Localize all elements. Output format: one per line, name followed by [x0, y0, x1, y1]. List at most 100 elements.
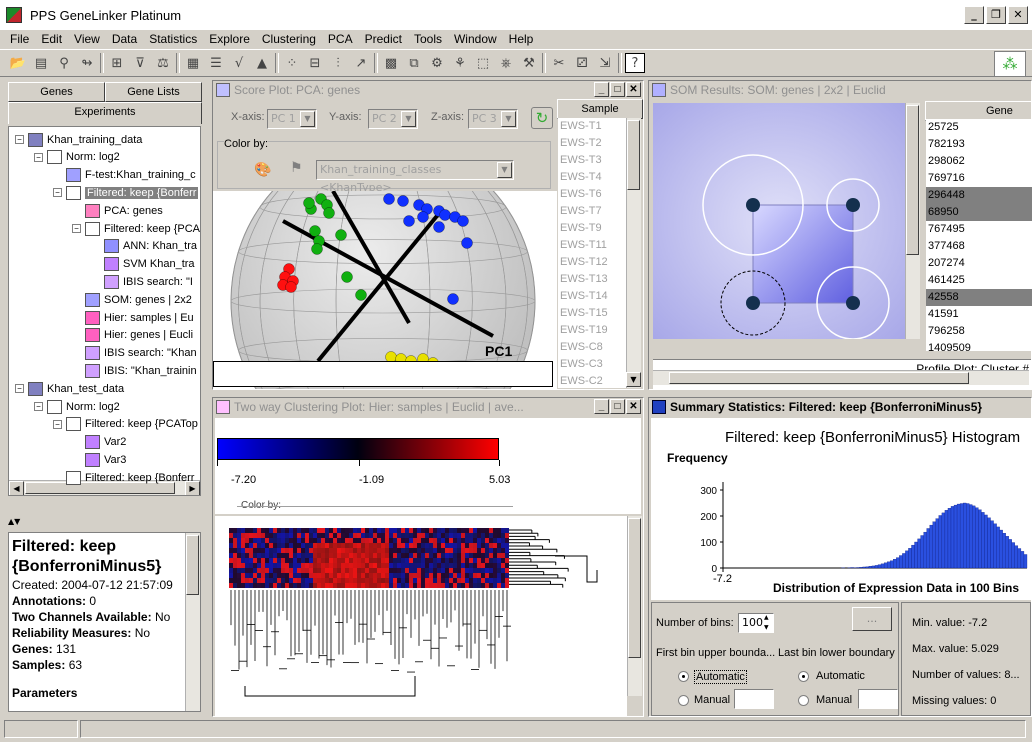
tree-node[interactable]: SOM: genes | 2x2 [72, 291, 192, 308]
menu-file[interactable]: File [4, 32, 35, 46]
panel-minimize-button[interactable]: _ [594, 399, 609, 414]
pca-point[interactable] [309, 225, 321, 237]
tree-node[interactable]: Var2 [72, 434, 126, 451]
binoculars-icon[interactable]: ⚲ [54, 53, 74, 73]
scroll-thumb[interactable] [628, 518, 641, 658]
sample-list-item[interactable]: EWS-T19 [558, 322, 626, 339]
tree-node[interactable]: − Filtered: keep {PCA [72, 220, 200, 237]
histogram-chart[interactable]: Filtered: keep {BonferroniMinus5} Histog… [651, 418, 1031, 600]
som-horizontal-scrollbar[interactable] [653, 370, 1029, 385]
collapse-icon[interactable]: − [53, 419, 62, 429]
sample-list-item[interactable]: EWS-C8 [558, 339, 626, 356]
menu-help[interactable]: Help [503, 32, 540, 46]
sample-list-item[interactable]: EWS-T4 [558, 169, 626, 186]
tab-experiments[interactable]: Experiments [8, 102, 202, 124]
som-node[interactable] [846, 296, 860, 310]
tree-node[interactable]: Filtered: keep {Bonferr [53, 469, 194, 486]
gene-list-item[interactable]: 298062 [926, 153, 1032, 170]
help-icon[interactable]: ? [625, 53, 645, 73]
sample-list-item[interactable]: EWS-T6 [558, 186, 626, 203]
export-icon[interactable]: ⇲ [595, 53, 615, 73]
tab-gene-lists[interactable]: Gene Lists [105, 82, 202, 102]
classifier-icon[interactable]: ⚘ [450, 53, 470, 73]
browse-button[interactable]: ... [852, 607, 892, 631]
pca-point[interactable] [447, 293, 459, 305]
collapse-icon[interactable]: − [34, 402, 43, 411]
som-node[interactable] [746, 198, 760, 212]
sample-list-item[interactable]: EWS-T12 [558, 254, 626, 271]
pca-point[interactable] [397, 195, 409, 207]
pca-point[interactable] [461, 237, 473, 249]
sample-list-item[interactable]: EWS-T1 [558, 118, 626, 135]
tree-node[interactable]: Hier: samples | Eu [72, 309, 194, 326]
tree-node[interactable]: F-test:Khan_training_c [53, 167, 196, 184]
sample-list-item[interactable]: EWS-T14 [558, 288, 626, 305]
maximize-button[interactable]: ❐ [986, 6, 1006, 24]
chart-icon[interactable]: ⚂ [572, 53, 592, 73]
gene-list-item[interactable]: 42558 [926, 289, 1032, 306]
clustering-canvas[interactable] [215, 516, 627, 716]
predict-icon[interactable]: ⎈ [496, 53, 516, 73]
minimize-button[interactable]: _ [964, 6, 984, 24]
z-axis-select[interactable]: PC 3 ▼ [468, 109, 518, 129]
tools-icon[interactable]: ⚒ [519, 53, 539, 73]
filter-icon[interactable]: ↬ [77, 53, 97, 73]
ann-icon[interactable]: ⬚ [473, 53, 493, 73]
sample-list[interactable]: EWS-T1 EWS-T2 EWS-T3 EWS-T4 EWS-T6 EWS-T7 EWS-… [558, 118, 626, 388]
gene-list-item[interactable]: 41591 [926, 306, 1032, 323]
tree-node[interactable]: − Khan_training_data [15, 131, 142, 148]
tree-node[interactable]: Hier: genes | Eucli [72, 327, 193, 344]
last-manual-input[interactable] [858, 689, 898, 709]
sample-list-item[interactable]: EWS-C2 [558, 373, 626, 388]
panel-maximize-button[interactable]: □ [610, 82, 625, 97]
clustering-scrollbar[interactable] [627, 516, 642, 696]
som-map[interactable] [653, 103, 905, 339]
funnel-icon[interactable]: ⊽ [130, 53, 150, 73]
sample-scrollbar[interactable]: ▼ [626, 118, 641, 388]
menu-view[interactable]: View [68, 32, 106, 46]
heatmap-dendrogram[interactable] [215, 516, 627, 716]
menu-window[interactable]: Window [448, 32, 503, 46]
gene-list-item[interactable]: 68950 [926, 204, 1032, 221]
first-manual-input[interactable] [734, 689, 774, 709]
network-icon[interactable]: ⚙ [427, 53, 447, 73]
close-button[interactable]: ✕ [1008, 6, 1028, 24]
menu-clustering[interactable]: Clustering [256, 32, 322, 46]
pca-point[interactable] [311, 243, 323, 255]
tree-node[interactable]: PCA: genes [72, 202, 163, 219]
tree-node[interactable]: − Filtered: keep {PCATop [53, 416, 198, 433]
scroll-thumb[interactable] [627, 120, 640, 190]
menu-data[interactable]: Data [106, 32, 143, 46]
pca-point[interactable] [383, 193, 395, 205]
grid-icon[interactable]: ⊟ [305, 53, 325, 73]
table-icon[interactable]: ▦ [183, 53, 203, 73]
panel-close-button[interactable]: ✕ [626, 82, 641, 97]
tree-node[interactable]: − Norm: log2 [34, 149, 120, 166]
som-node[interactable] [846, 198, 860, 212]
wrench-icon[interactable]: ✂ [549, 53, 569, 73]
pca-point[interactable] [355, 289, 367, 301]
collapse-icon[interactable]: − [34, 152, 43, 162]
tab-genes[interactable]: Genes [8, 82, 105, 102]
sample-list-item[interactable]: EWS-T9 [558, 220, 626, 237]
menu-explore[interactable]: Explore [203, 32, 256, 46]
pca-point[interactable] [433, 221, 445, 233]
refresh-icon[interactable]: ↻ [531, 107, 553, 129]
menu-edit[interactable]: Edit [35, 32, 68, 46]
open-folder-icon[interactable]: 📂 [8, 53, 28, 73]
heatmap-icon[interactable]: ▩ [381, 53, 401, 73]
collapse-icon[interactable]: − [15, 384, 24, 394]
gene-list-item[interactable]: 782193 [926, 136, 1032, 153]
panel-close-button[interactable]: ✕ [626, 399, 641, 414]
gene-list-item[interactable]: 207274 [926, 255, 1032, 272]
pca-point[interactable] [303, 197, 315, 209]
palette-icon[interactable]: 🎨 [252, 160, 274, 180]
tree-node[interactable]: SVM Khan_tra [91, 256, 195, 273]
pca-point[interactable] [417, 211, 429, 223]
scroll-thumb[interactable] [669, 372, 969, 384]
cluster-icon[interactable]: ⁘ [282, 53, 302, 73]
pca-point[interactable] [439, 209, 451, 221]
sample-column-header[interactable]: Sample [557, 99, 643, 119]
document-icon[interactable]: ▤ [31, 53, 51, 73]
som-canvas[interactable] [653, 103, 905, 339]
